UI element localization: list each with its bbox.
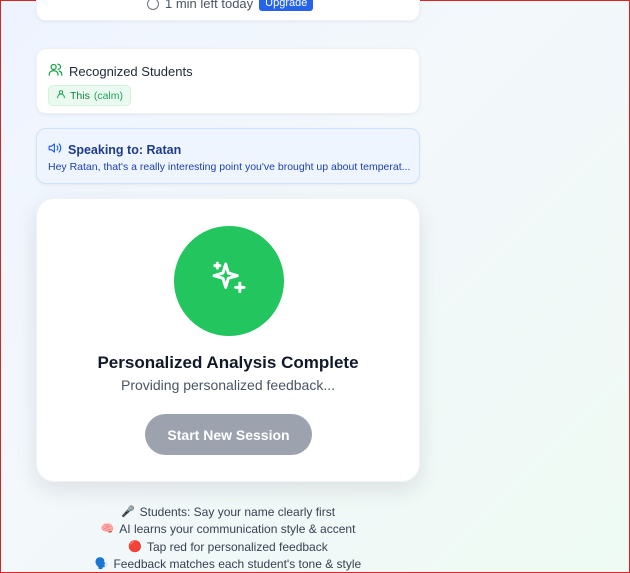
tip-text: Feedback matches each student's tone & s… — [113, 556, 362, 571]
tip-item: 🗣️ Feedback matches each student's tone … — [36, 556, 420, 573]
student-chip[interactable]: This (calm) — [48, 85, 132, 106]
user-icon — [56, 89, 66, 102]
red-circle-icon: 🔴 — [128, 540, 142, 553]
time-left-text: 1 min left today — [165, 0, 254, 11]
recognized-students-card: Recognized Students This (calm) — [36, 48, 420, 114]
tips-list: 🎤 Students: Say your name clearly first … — [36, 504, 420, 573]
microphone-icon: 🎤 — [120, 506, 135, 518]
analysis-card: Personalized Analysis Complete Providing… — [36, 198, 420, 482]
analysis-title: Personalized Analysis Complete — [97, 353, 359, 372]
tip-item: 🧠 AI learns your communication style & a… — [36, 521, 420, 538]
upgrade-button[interactable]: Upgrade — [259, 0, 314, 11]
usage-row: 1 min left today Upgrade — [147, 0, 314, 11]
student-mood: (calm) — [93, 89, 124, 102]
usage-card: 1 min left today Upgrade — [36, 0, 420, 21]
start-new-session-button[interactable]: Start New Session — [145, 414, 312, 455]
users-icon — [48, 62, 63, 80]
speaking-header: Speaking to: Ratan — [48, 141, 181, 158]
speaking-title: Speaking to: Ratan — [68, 142, 182, 157]
speaking-message: Hey Ratan, that's a really interesting p… — [48, 161, 410, 173]
tip-item: 🔴 Tap red for personalized feedback — [36, 539, 420, 556]
sparkle-badge — [174, 226, 284, 336]
speaking-head-icon: 🗣️ — [94, 557, 109, 570]
analysis-subtitle: Providing personalized feedback... — [120, 377, 336, 393]
clock-icon — [147, 0, 159, 10]
student-name: This — [70, 89, 90, 102]
sparkles-icon — [209, 259, 249, 304]
recognized-students-title: Recognized Students — [69, 63, 193, 79]
brain-icon: 🧠 — [100, 523, 115, 536]
tip-text: AI learns your communication style & acc… — [119, 522, 356, 537]
tip-item: 🎤 Students: Say your name clearly first — [36, 504, 420, 521]
speaker-icon — [48, 141, 62, 158]
tip-text: Tap red for personalized feedback — [146, 539, 328, 554]
recognized-students-header: Recognized Students — [48, 62, 193, 80]
speaking-card: Speaking to: Ratan Hey Ratan, that's a r… — [36, 128, 420, 184]
tip-text: Students: Say your name clearly first — [139, 505, 336, 519]
